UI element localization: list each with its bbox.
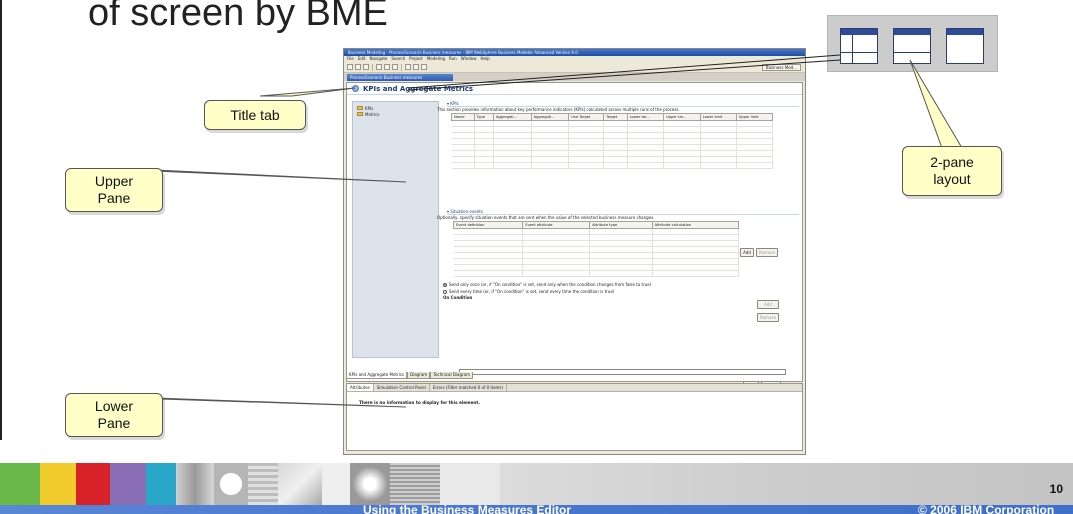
page-number: 10 — [1049, 482, 1063, 496]
upper-pane-pointer — [129, 169, 407, 183]
title-tab-callout: Title tab — [204, 100, 306, 130]
callout-pointers — [129, 54, 963, 408]
upper-pane-callout: Upper Pane — [65, 168, 163, 212]
title-tab-pointer — [259, 87, 356, 97]
lower-pane-pointer — [129, 397, 407, 408]
layout-pointer — [909, 59, 963, 149]
toolbar-link-line — [407, 54, 841, 89]
toolbar-link-line — [407, 59, 841, 91]
footer-title: Using the Business Measures Editor — [363, 503, 572, 514]
copyright: © 2006 IBM Corporation — [918, 503, 1055, 514]
slide: of screen by BME Business Modeling - Pro… — [0, 0, 1073, 514]
lower-pane-callout: Lower Pane — [65, 393, 163, 437]
footer: Using the Business Measures Editor © 200… — [0, 463, 1073, 514]
two-pane-layout-callout: 2-pane layout — [902, 146, 1002, 196]
